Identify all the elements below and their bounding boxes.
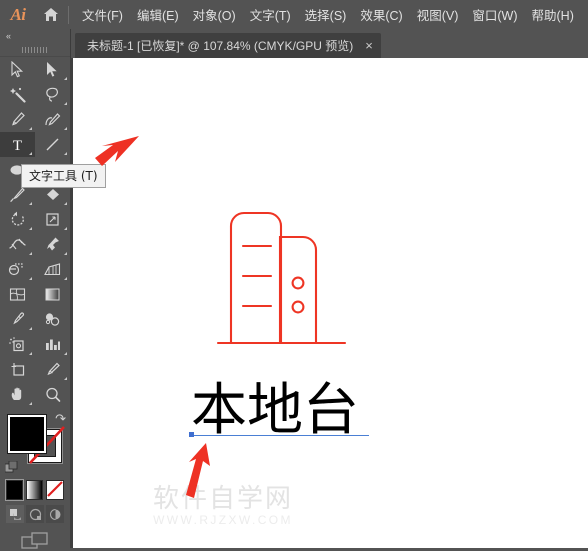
artboard-canvas[interactable]: 本地台 软件自学网 WWW.RJZXW.COM [73,58,588,548]
menu-edit[interactable]: 编辑(E) [130,2,186,27]
direct-selection-tool[interactable] [35,57,70,82]
document-tab[interactable]: 未标题-1 [已恢复]* @ 107.84% (CMYK/GPU 预览) × [75,33,381,58]
tool-flyout-indicator [29,127,32,130]
rotate-tool[interactable] [0,207,35,232]
menu-file[interactable]: 文件(F) [75,2,130,27]
tool-flyout-indicator [64,377,67,380]
curvature-tool[interactable] [35,107,70,132]
draw-behind-button[interactable] [26,505,44,523]
desktop-computer-illustration[interactable] [193,203,373,363]
tool-flyout-indicator [64,152,67,155]
collapse-panel-button[interactable]: « [0,29,70,43]
watermark-title: 软件自学网 [153,484,294,514]
zoom-tool[interactable] [35,382,70,407]
document-tab-title: 未标题-1 [已恢复]* @ 107.84% (CMYK/GPU 预览) [87,39,354,53]
draw-inside-button[interactable] [46,505,64,523]
tool-flyout-indicator [64,277,67,280]
eyedropper-tool[interactable] [0,307,35,332]
document-tab-strip: 未标题-1 [已恢复]* @ 107.84% (CMYK/GPU 预览) × [70,29,588,58]
type-tool[interactable]: T [0,132,35,157]
pen-tool[interactable] [0,107,35,132]
gradient-mode-button[interactable] [26,480,43,500]
blend-tool[interactable] [35,307,70,332]
fill-mode-buttons [0,477,70,501]
menu-effect[interactable]: 效果(C) [353,2,409,27]
tool-flyout-indicator [64,127,67,130]
canvas-area: 本地台 软件自学网 WWW.RJZXW.COM [70,58,588,548]
swap-fill-stroke-icon[interactable]: ↷ [55,411,66,427]
tool-grid: T [0,57,70,407]
default-colors-icon[interactable] [5,461,18,474]
tool-flyout-indicator [64,252,67,255]
shape-builder-tool[interactable] [0,257,35,282]
width-tool[interactable] [0,232,35,257]
mesh-tool[interactable] [0,282,35,307]
tool-flyout-indicator [64,352,67,355]
free-transform-tool[interactable] [35,232,70,257]
perspective-grid-tool[interactable] [35,257,70,282]
color-mode-button[interactable] [5,479,24,501]
scale-tool[interactable] [35,207,70,232]
screen-mode-icon [21,532,48,549]
watermark: 软件自学网 WWW.RJZXW.COM [153,486,293,527]
tool-flyout-indicator [64,77,67,80]
tool-flyout-indicator [64,202,67,205]
draw-normal-button[interactable] [6,505,24,523]
tool-flyout-indicator [29,252,32,255]
draw-mode-buttons [0,500,70,523]
menu-type[interactable]: 文字(T) [243,2,298,27]
text-object-content[interactable]: 本地台 [191,383,359,439]
column-graph-tool[interactable] [35,332,70,357]
symbol-sprayer-tool[interactable] [0,332,35,357]
lasso-tool[interactable] [35,82,70,107]
tool-flyout-indicator [64,102,67,105]
tool-tooltip: 文字工具 (T) [21,164,106,188]
text-object[interactable]: 本地台 [189,383,369,439]
fill-stroke-controls: ↷ [0,409,70,477]
tool-flyout-indicator [29,227,32,230]
tool-flyout-indicator [29,202,32,205]
close-icon[interactable]: × [365,39,373,52]
tool-flyout-indicator [29,352,32,355]
fill-swatch[interactable] [7,414,47,454]
artboard-tool[interactable] [0,357,35,382]
menu-view[interactable]: 视图(V) [410,2,466,27]
menu-object[interactable]: 对象(O) [186,2,243,27]
panel-drag-handle[interactable] [0,43,70,57]
menu-select[interactable]: 选择(S) [298,2,354,27]
selection-tool[interactable] [0,57,35,82]
text-anchor-point[interactable] [189,432,194,437]
tool-flyout-indicator [29,277,32,280]
menu-help[interactable]: 帮助(H) [525,2,581,27]
menu-window[interactable]: 窗口(W) [465,2,524,27]
text-baseline-path [191,435,369,436]
tools-panel: « T ↷ [0,29,71,551]
menu-divider [68,5,69,24]
line-segment-tool[interactable] [35,132,70,157]
watermark-url: WWW.RJZXW.COM [153,513,293,527]
tool-flyout-indicator [29,402,32,405]
gradient-tool[interactable] [35,282,70,307]
tool-flyout-indicator [29,152,32,155]
tool-flyout-indicator [29,327,32,330]
home-icon[interactable] [36,7,66,22]
none-mode-button[interactable] [46,480,64,500]
tool-flyout-indicator [64,227,67,230]
hand-tool[interactable] [0,382,35,407]
change-screen-mode-button[interactable] [0,523,70,551]
magic-wand-tool[interactable] [0,82,35,107]
slice-tool[interactable] [35,357,70,382]
app-logo: Ai [10,4,26,24]
menu-bar: Ai 文件(F) 编辑(E) 对象(O) 文字(T) 选择(S) 效果(C) 视… [0,0,588,29]
svg-text:T: T [13,138,22,153]
